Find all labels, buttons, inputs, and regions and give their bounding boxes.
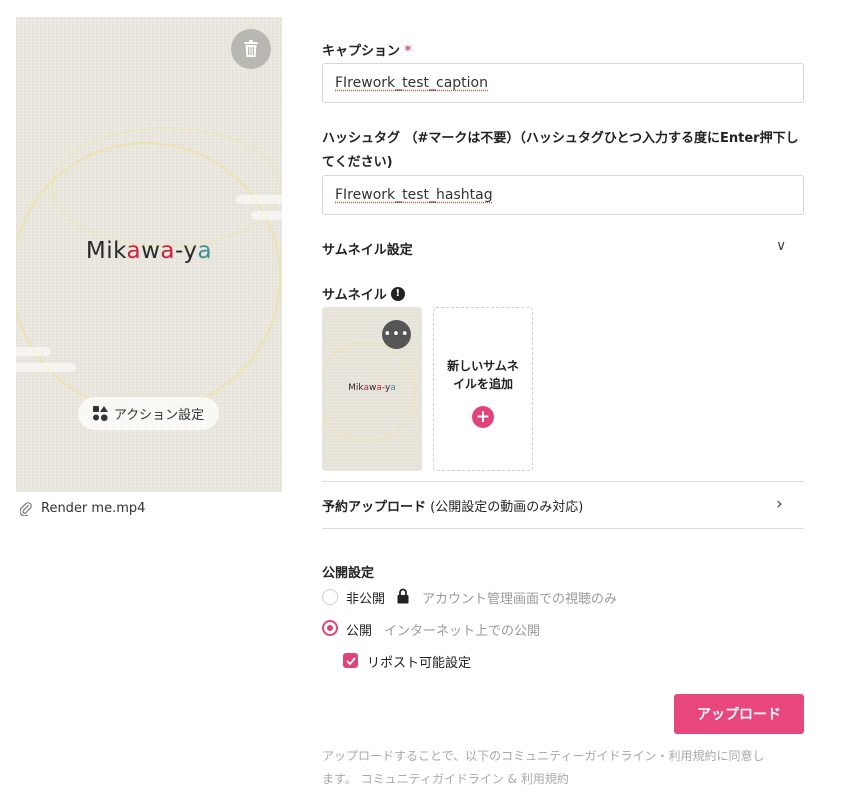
public-label: 公開	[346, 624, 373, 639]
info-icon[interactable]: !	[390, 286, 405, 301]
brand-logo: Mikawa-ya	[85, 238, 213, 264]
caption-label: キャプション *	[322, 44, 412, 59]
radio-private[interactable]	[322, 589, 338, 605]
hashtag-input[interactable]: FIrework_test_hashtag	[322, 175, 804, 215]
chevron-down-icon[interactable]: ∨	[776, 238, 786, 254]
attached-file: Render me.mp4	[20, 501, 145, 516]
required-mark: *	[404, 44, 412, 59]
thumbnail-settings-toggle[interactable]: サムネイル設定	[322, 239, 413, 258]
decor-cloud	[16, 347, 51, 356]
decor-cloud	[251, 211, 282, 220]
thumbnail-menu-button[interactable]: •••	[382, 320, 411, 349]
repost-checkbox[interactable]	[343, 653, 358, 668]
action-settings-label: アクション設定	[113, 408, 205, 423]
thumbnail-label: サムネイル !	[322, 284, 405, 303]
divider	[322, 528, 804, 529]
divider	[322, 481, 804, 482]
checkmark-icon	[345, 656, 356, 665]
shapes-icon	[92, 406, 108, 421]
radio-public[interactable]	[322, 620, 338, 636]
hashtag-label: ハッシュタグ （#マークは不要）（ハッシュタグひとつ入力する度にEnter押下し…	[322, 131, 799, 170]
file-name: Render me.mp4	[41, 501, 146, 516]
plus-icon: +	[475, 406, 491, 427]
chevron-right-icon[interactable]: ›	[776, 494, 783, 514]
thumbnail-logo: Mikawa-ya	[348, 383, 396, 393]
visibility-label: 公開設定	[322, 566, 375, 581]
private-description: アカウント管理画面での視聴のみ	[422, 592, 618, 607]
decor-cloud	[236, 195, 282, 204]
action-settings-button[interactable]: アクション設定	[78, 397, 219, 430]
hashtag-value: FIrework_test_hashtag	[335, 187, 493, 203]
terms-notice: アップロードすることで、以下のコミュニティーガイドライン・利用規約に同意し ます…	[322, 749, 765, 786]
scheduled-upload-row[interactable]: 予約アップロード (公開設定の動画のみ対応)	[322, 496, 583, 515]
caption-input[interactable]: FIrework_test_caption	[322, 63, 804, 103]
decor-circle-small	[51, 127, 281, 247]
upload-button[interactable]: アップロード	[674, 694, 804, 734]
caption-value: FIrework_test_caption	[335, 75, 488, 91]
add-thumbnail-button[interactable]: +	[472, 406, 494, 428]
paperclip-icon	[20, 501, 32, 516]
private-label: 非公開	[346, 592, 386, 607]
more-icon: •••	[383, 327, 410, 342]
public-description: インターネット上での公開	[384, 624, 541, 639]
add-thumbnail-label: 新しいサムネ イルを追加	[447, 359, 519, 391]
repost-label: リポスト可能設定	[367, 656, 472, 671]
lock-icon	[397, 588, 409, 604]
decor-cloud	[16, 363, 76, 372]
trash-icon	[244, 40, 258, 57]
delete-video-button[interactable]	[231, 29, 271, 69]
